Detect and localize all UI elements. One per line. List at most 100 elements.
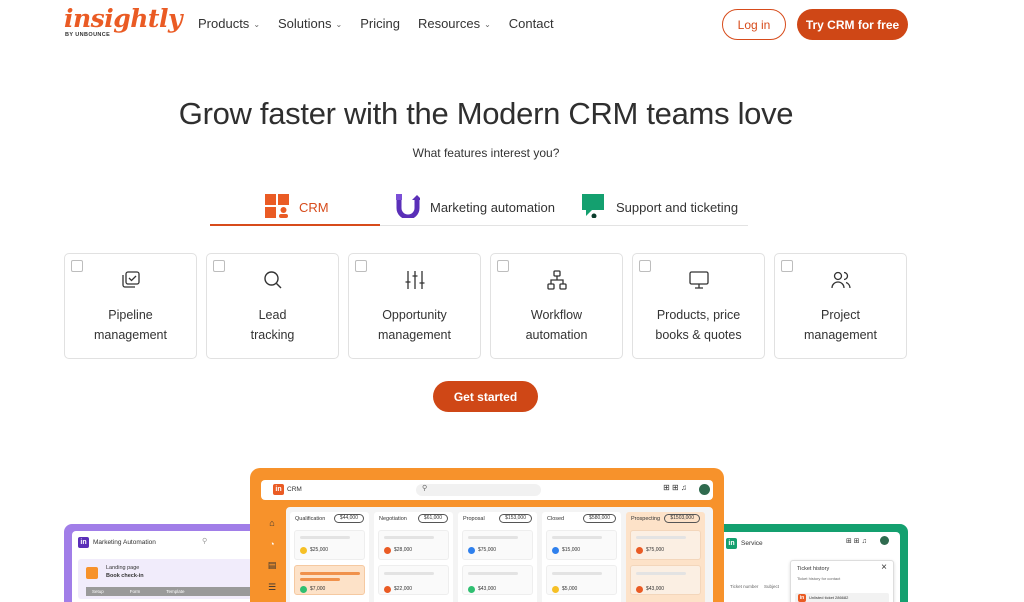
crm-screenshot: in CRM ⚲ ⊞ ⊞ ♫ ⌂ ◔ ▤ ☰ Qualification $44… bbox=[250, 468, 724, 602]
ticket-subject: Unlisted ticket 286682 bbox=[809, 595, 849, 600]
feature-label: Workflow automation bbox=[525, 308, 588, 342]
mock-search: ⚲ bbox=[416, 484, 541, 496]
logo-wordmark: insightly bbox=[64, 4, 182, 33]
support-chat-icon bbox=[582, 193, 606, 221]
nav-products[interactable]: Products ⌄ bbox=[198, 16, 260, 31]
pipeline-column: Negotiation $61,000 $28,000 $22,000 bbox=[374, 512, 453, 602]
main-nav: Products ⌄ Solutions ⌄ Pricing Resources ⌄ … bbox=[198, 16, 554, 31]
app-logo-icon: in bbox=[726, 538, 737, 549]
mock-steps: Setup Form Template bbox=[86, 587, 252, 596]
feature-card-lead-tracking[interactable]: Lead tracking bbox=[206, 253, 339, 359]
tab-crm[interactable]: CRM bbox=[265, 188, 329, 226]
mock-topbar: in CRM ⚲ ⊞ ⊞ ♫ bbox=[261, 480, 713, 500]
mock-app-title: Service bbox=[741, 540, 763, 547]
get-started-button[interactable]: Get started bbox=[433, 381, 538, 412]
nav-pricing[interactable]: Pricing bbox=[360, 16, 400, 31]
app-logo-icon: in bbox=[78, 537, 89, 548]
close-icon[interactable]: × bbox=[881, 562, 887, 573]
feature-card-workflow[interactable]: Workflow automation bbox=[490, 253, 623, 359]
pipeline-column: Closed $580,000 $15,000 $5,000 bbox=[542, 512, 621, 602]
mock-app-header: in Marketing Automation bbox=[78, 537, 156, 548]
page-icon bbox=[86, 567, 98, 579]
feature-card-project[interactable]: Project management bbox=[774, 253, 907, 359]
login-button[interactable]: Log in bbox=[722, 9, 786, 40]
mock-line: Book check-in bbox=[106, 573, 144, 579]
column-header: Subject bbox=[764, 584, 780, 589]
pipeline-board: Qualification $44,000 $25,000 $7,000 Neg… bbox=[286, 507, 713, 602]
toolbar-icons: ⊞ ⊞ ♫ bbox=[663, 483, 687, 492]
search-icon: ⚲ bbox=[422, 485, 428, 492]
feature-label: Pipeline management bbox=[94, 308, 167, 342]
deal-card: $25,000 bbox=[294, 530, 365, 560]
tab-support-ticketing[interactable]: Support and ticketing bbox=[582, 188, 738, 226]
product-tabs: CRM Marketing automation Support and tic… bbox=[210, 188, 748, 226]
feature-label: Project management bbox=[804, 308, 877, 342]
deal-card: $75,000 bbox=[462, 530, 533, 560]
active-tab-indicator bbox=[210, 224, 380, 226]
insightly-logo[interactable]: insightly BY UNBOUNCE bbox=[64, 4, 182, 42]
nav-label: Resources bbox=[417, 16, 481, 31]
service-screenshot: in Service ⊞ ⊞ ♫ Ticket number Subject T… bbox=[710, 524, 908, 602]
site-header: insightly BY UNBOUNCE Products ⌄ Solution… bbox=[0, 0, 1024, 50]
try-free-button[interactable]: Try CRM for free bbox=[797, 9, 908, 40]
ticket-history-panel: Ticket history × Ticket history for cont… bbox=[790, 560, 894, 602]
feature-card-products-quotes[interactable]: Products, price books & quotes bbox=[632, 253, 765, 359]
workflow-icon bbox=[491, 269, 622, 291]
avatar bbox=[699, 484, 710, 495]
monitor-icon bbox=[633, 269, 764, 291]
deal-card: $75,000 bbox=[630, 530, 701, 560]
pipeline-column: Prospecting $1503,000 $75,000 $43,000 bbox=[626, 512, 705, 602]
mock-window: in Marketing Automation ⚲ Landing page B… bbox=[72, 531, 258, 602]
mock-app-title: CRM bbox=[287, 486, 302, 493]
panel-subtitle: Ticket history for contact bbox=[797, 576, 841, 581]
chevron-down-icon: ⌄ bbox=[335, 20, 343, 29]
feature-label: Opportunity management bbox=[378, 308, 451, 342]
deal-card: $43,000 bbox=[462, 565, 533, 595]
nav-label: Solutions bbox=[278, 16, 332, 31]
nav-solutions[interactable]: Solutions ⌄ bbox=[278, 16, 342, 31]
avatar bbox=[880, 536, 889, 545]
feature-card-pipeline[interactable]: Pipeline management bbox=[64, 253, 197, 359]
hero-title: Grow faster with the Modern CRM teams lo… bbox=[178, 96, 794, 131]
home-icon: ⌂ bbox=[269, 518, 275, 528]
pipeline-check-icon bbox=[65, 269, 196, 291]
search-icon bbox=[207, 269, 338, 291]
hero-subtitle: What features interest you? bbox=[412, 146, 560, 160]
feature-label: Products, price books & quotes bbox=[655, 308, 742, 342]
pipeline-column: Proposal $153,000 $75,000 $43,000 bbox=[458, 512, 537, 602]
feature-card-opportunity[interactable]: Opportunity management bbox=[348, 253, 481, 359]
chevron-down-icon: ⌄ bbox=[253, 20, 261, 29]
tab-label: CRM bbox=[299, 199, 329, 215]
search-icon: ⚲ bbox=[202, 538, 208, 545]
list-icon: ☰ bbox=[267, 582, 277, 592]
panel-title: Ticket history bbox=[797, 566, 830, 572]
mock-sidebar: ⌂ ◔ ▤ ☰ bbox=[265, 518, 279, 593]
toolbar-icons: ⊞ ⊞ ♫ bbox=[846, 538, 867, 545]
mock-card: Landing page Book check-in Setup Form Temp… bbox=[78, 559, 252, 599]
feature-label: Lead tracking bbox=[250, 308, 295, 342]
dashboard-icon: ◔ bbox=[265, 539, 279, 549]
deal-card: $15,000 bbox=[546, 530, 617, 560]
mock-app-header: in CRM bbox=[273, 484, 302, 495]
deal-card: $5,000 bbox=[546, 565, 617, 595]
nav-resources[interactable]: Resources ⌄ bbox=[418, 16, 491, 31]
mock-app-header: in Service bbox=[726, 538, 763, 549]
deal-card: $7,000 bbox=[294, 565, 365, 595]
app-logo-icon: in bbox=[273, 484, 284, 495]
mock-line: Landing page bbox=[106, 565, 140, 571]
tab-label: Support and ticketing bbox=[616, 199, 739, 215]
nav-label: Contact bbox=[508, 16, 554, 31]
nav-label: Products bbox=[198, 16, 250, 31]
tab-label: Marketing automation bbox=[430, 199, 556, 215]
ticket-row: in Unlisted ticket 286682 bbox=[795, 593, 889, 602]
column-header: Ticket number bbox=[730, 584, 759, 589]
nav-contact[interactable]: Contact bbox=[509, 16, 554, 31]
chevron-down-icon: ⌄ bbox=[484, 20, 491, 29]
users-icon bbox=[775, 269, 906, 291]
marketing-automation-screenshot: in Marketing Automation ⚲ Landing page B… bbox=[64, 524, 264, 602]
tab-marketing-automation[interactable]: Marketing automation bbox=[396, 188, 555, 226]
nav-label: Pricing bbox=[360, 16, 400, 31]
mock-app-title: Marketing Automation bbox=[93, 539, 156, 546]
deal-card: $22,000 bbox=[378, 565, 449, 595]
mock-window: in Service ⊞ ⊞ ♫ Ticket number Subject T… bbox=[710, 532, 900, 602]
